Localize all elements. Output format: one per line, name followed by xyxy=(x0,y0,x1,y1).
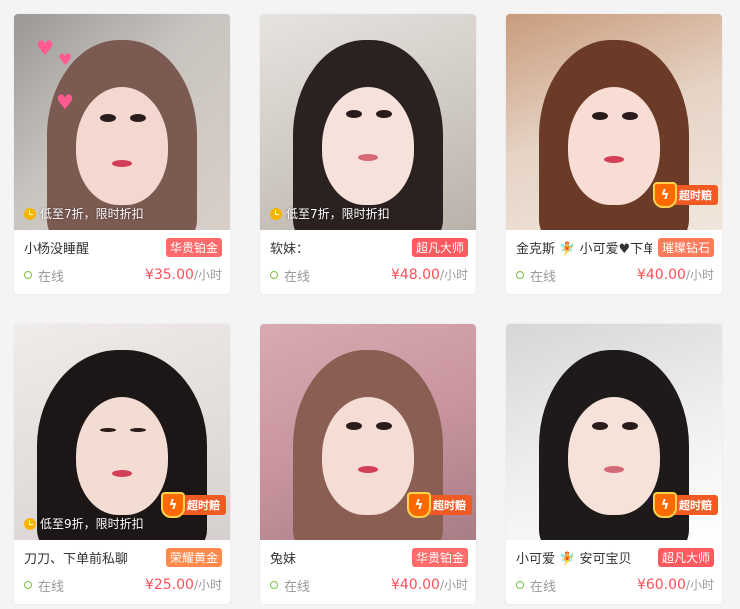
lightning-shield-icon: ϟ xyxy=(407,492,431,518)
lightning-shield-icon: ϟ xyxy=(161,492,185,518)
companion-name[interactable]: 小杨没睡醒 xyxy=(24,238,89,257)
companion-card-grid: ♥ ♥ ♥ 低至7折，限时折扣 小杨没睡醒 华贵铂金 在线 ¥35.00/小时 xyxy=(0,0,740,609)
rank-badge: 荣耀黄金 xyxy=(165,548,222,567)
overtime-label: 超时赔 xyxy=(179,495,226,515)
discount-promo-text: 低至9折，限时折扣 xyxy=(40,517,144,531)
price-unit: /小时 xyxy=(193,268,222,282)
companion-card[interactable]: ϟ 超时赔 金克斯 🧚 小可爱♥下单… 璀璨钻石 在线 ¥40.00/小时 xyxy=(506,14,722,294)
overtime-compensation-badge: ϟ 超时赔 xyxy=(653,182,718,208)
companion-card[interactable]: ϟ 超时赔 兔妹 华贵铂金 在线 ¥40.00/小时 xyxy=(260,324,476,604)
heart-sticker-icon: ♥ xyxy=(56,90,74,114)
discount-promo: 低至7折，限时折扣 xyxy=(270,205,390,222)
hourly-price: ¥40.00 xyxy=(390,577,440,593)
online-dot-icon xyxy=(516,581,524,589)
discount-promo-text: 低至7折，限时折扣 xyxy=(40,207,144,221)
hourly-price: ¥48.00 xyxy=(390,267,440,283)
overtime-compensation-badge: ϟ 超时赔 xyxy=(161,492,226,518)
companion-name[interactable]: 刀刀、下单前私聊 xyxy=(24,548,128,567)
price-unit: /小时 xyxy=(193,578,222,592)
hourly-price: ¥60.00 xyxy=(636,577,686,593)
rank-badge: 华贵铂金 xyxy=(411,548,468,567)
companion-name[interactable]: 软妹： xyxy=(270,238,309,257)
hourly-price: ¥35.00 xyxy=(144,267,194,283)
online-dot-icon xyxy=(270,581,278,589)
rank-badge: 璀璨钻石 xyxy=(657,238,714,257)
overtime-label: 超时赔 xyxy=(425,495,472,515)
rank-badge: 超凡大师 xyxy=(411,238,468,257)
companion-name[interactable]: 小可爱 🧚 安可宝贝 xyxy=(516,548,631,567)
online-status-text: 在线 xyxy=(38,269,65,285)
online-status-text: 在线 xyxy=(530,269,557,285)
price-unit: /小时 xyxy=(439,268,468,282)
companion-card[interactable]: ϟ 超时赔 小可爱 🧚 安可宝贝 超凡大师 在线 ¥60.00/小时 xyxy=(506,324,722,604)
overtime-label: 超时赔 xyxy=(671,495,718,515)
heart-sticker-icon: ♥ xyxy=(36,36,54,60)
companion-photo[interactable]: ϟ 超时赔 xyxy=(260,324,476,540)
online-status: 在线 xyxy=(516,266,556,285)
online-status: 在线 xyxy=(24,576,64,595)
companion-photo[interactable]: ♥ ♥ ♥ 低至7折，限时折扣 xyxy=(14,14,230,230)
online-status-text: 在线 xyxy=(284,269,311,285)
hourly-price: ¥40.00 xyxy=(636,267,686,283)
overtime-compensation-badge: ϟ 超时赔 xyxy=(407,492,472,518)
online-status: 在线 xyxy=(24,266,64,285)
online-status: 在线 xyxy=(270,266,310,285)
companion-card[interactable]: ϟ 超时赔 低至9折，限时折扣 刀刀、下单前私聊 荣耀黄金 在线 ¥25.00/… xyxy=(14,324,230,604)
heart-sticker-icon: ♥ xyxy=(58,50,73,69)
online-dot-icon xyxy=(516,271,524,279)
lightning-shield-icon: ϟ xyxy=(653,182,677,208)
online-status-text: 在线 xyxy=(530,579,557,595)
clock-icon xyxy=(270,207,282,220)
companion-photo[interactable]: 低至7折，限时折扣 xyxy=(260,14,476,230)
online-status: 在线 xyxy=(516,576,556,595)
companion-name[interactable]: 兔妹 xyxy=(270,548,296,567)
price-unit: /小时 xyxy=(685,268,714,282)
companion-photo[interactable]: ϟ 超时赔 xyxy=(506,324,722,540)
clock-icon xyxy=(24,207,36,220)
companion-name[interactable]: 金克斯 🧚 小可爱♥下单… xyxy=(516,238,652,257)
online-dot-icon xyxy=(270,271,278,279)
companion-photo[interactable]: ϟ 超时赔 低至9折，限时折扣 xyxy=(14,324,230,540)
online-dot-icon xyxy=(24,271,32,279)
overtime-compensation-badge: ϟ 超时赔 xyxy=(653,492,718,518)
price-unit: /小时 xyxy=(439,578,468,592)
rank-badge: 华贵铂金 xyxy=(165,238,222,257)
online-status-text: 在线 xyxy=(38,579,65,595)
online-dot-icon xyxy=(24,581,32,589)
online-status-text: 在线 xyxy=(284,579,311,595)
companion-card[interactable]: 低至7折，限时折扣 软妹： 超凡大师 在线 ¥48.00/小时 xyxy=(260,14,476,294)
hourly-price: ¥25.00 xyxy=(144,577,194,593)
discount-promo: 低至9折，限时折扣 xyxy=(24,515,144,532)
rank-badge: 超凡大师 xyxy=(657,548,714,567)
price-unit: /小时 xyxy=(685,578,714,592)
clock-icon xyxy=(24,517,36,530)
discount-promo-text: 低至7折，限时折扣 xyxy=(286,207,390,221)
discount-promo: 低至7折，限时折扣 xyxy=(24,205,144,222)
overtime-label: 超时赔 xyxy=(671,185,718,205)
companion-card[interactable]: ♥ ♥ ♥ 低至7折，限时折扣 小杨没睡醒 华贵铂金 在线 ¥35.00/小时 xyxy=(14,14,230,294)
online-status: 在线 xyxy=(270,576,310,595)
lightning-shield-icon: ϟ xyxy=(653,492,677,518)
companion-photo[interactable]: ϟ 超时赔 xyxy=(506,14,722,230)
